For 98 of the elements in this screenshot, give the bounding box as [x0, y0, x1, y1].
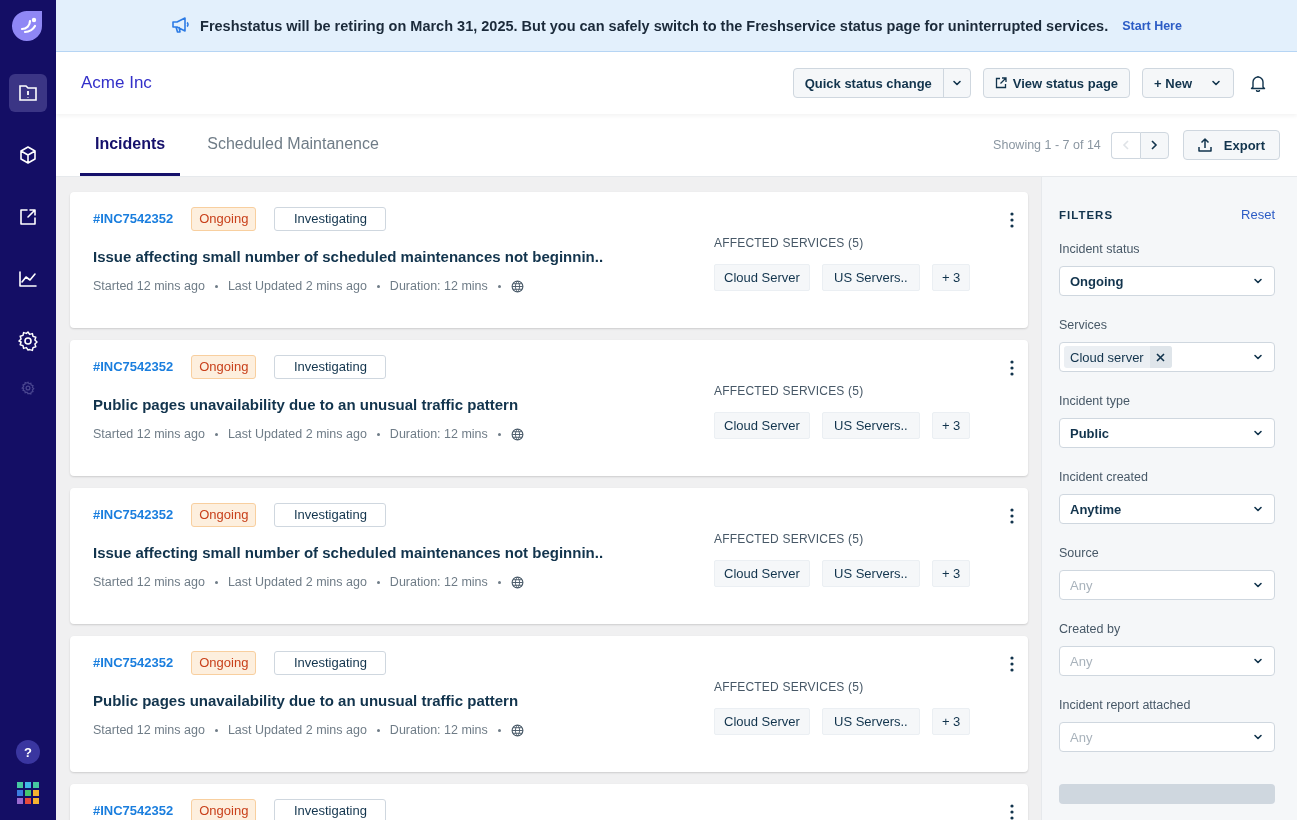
line-chart-icon: [18, 270, 38, 288]
status-badge: Ongoing: [191, 651, 257, 675]
apps-grid-icon[interactable]: [17, 782, 39, 804]
export-button[interactable]: Export: [1182, 130, 1280, 160]
stage-badge: Investigating: [274, 355, 387, 379]
affected-services-label: AFFECTED SERVICES (5): [714, 384, 865, 398]
service-tag: + 3: [931, 708, 971, 735]
more-options-icon[interactable]: [1010, 508, 1014, 524]
stage-badge: Investigating: [274, 651, 387, 675]
affected-services-label: AFFECTED SERVICES (5): [714, 532, 865, 546]
megaphone-icon: [171, 17, 191, 34]
sidebar-item[interactable]: [9, 74, 47, 112]
view-status-page-button[interactable]: View status page: [982, 68, 1131, 98]
incident-meta: Started 12 mins ago: [93, 279, 205, 293]
start-here-link[interactable]: Start Here: [1122, 18, 1182, 33]
incident-id-link[interactable]: #INC7542352: [93, 508, 174, 522]
external-link-icon: [994, 77, 1007, 89]
status-badge: Ongoing: [191, 799, 257, 820]
more-options-icon[interactable]: [1010, 656, 1014, 672]
tab[interactable]: Scheduled Maintanence: [192, 114, 394, 176]
service-tag: US Servers..: [821, 264, 920, 291]
status-badge: Ongoing: [191, 207, 257, 231]
filter-label: Incident created: [1059, 470, 1149, 484]
cube-icon: [18, 145, 38, 165]
more-options-icon[interactable]: [1010, 360, 1014, 376]
filter-label: Services: [1059, 318, 1108, 332]
stage-badge: Investigating: [274, 207, 387, 231]
reset-link[interactable]: Reset: [1241, 207, 1275, 222]
settings-icon: [21, 381, 35, 395]
bell-icon[interactable]: [1250, 74, 1266, 92]
incident-title[interactable]: Public pages unavailability due to an unusual traffic pattern: [93, 692, 714, 709]
service-tag: Cloud Server: [714, 264, 810, 291]
incident-title[interactable]: Issue affecting small number of scheduled maintenances not beginnin..: [93, 248, 714, 265]
service-tag: Cloud Server: [714, 560, 810, 587]
globe-icon: [510, 427, 524, 441]
filter-label: Incident type: [1059, 394, 1131, 408]
affected-services-label: AFFECTED SERVICES (5): [714, 680, 865, 694]
stage-badge: Investigating: [274, 503, 387, 527]
stage-badge: Investigating: [274, 799, 387, 820]
status-badge: Ongoing: [191, 355, 257, 379]
incident-meta: Duration: 12 mins: [389, 279, 488, 293]
incident-id-link[interactable]: #INC7542352: [93, 212, 174, 226]
service-tag: + 3: [931, 412, 971, 439]
incident-meta: Last Updated 2 mins ago: [227, 575, 367, 589]
service-tag: US Servers..: [821, 560, 920, 587]
incident-meta: Duration: 12 mins: [389, 427, 488, 441]
incident-id-link[interactable]: #INC7542352: [93, 804, 174, 818]
chevron-left-icon: [1121, 140, 1130, 150]
incident-title[interactable]: Issue affecting small number of scheduled maintenances not beginnin..: [93, 544, 714, 561]
affected-services-label: AFFECTED SERVICES (5): [714, 236, 865, 250]
filters-heading: FILTERS: [1059, 208, 1114, 221]
quick-status-button[interactable]: Quick status change: [793, 69, 943, 97]
more-options-icon[interactable]: [1010, 804, 1014, 820]
incident-meta: Duration: 12 mins: [389, 723, 488, 737]
globe-icon: [510, 575, 524, 589]
filter-select[interactable]: Public: [1059, 418, 1275, 448]
status-badge: Ongoing: [191, 503, 257, 527]
incident-meta: Started 12 mins ago: [93, 427, 205, 441]
filter-label: Incident report attached: [1059, 698, 1192, 712]
upload-icon: [1197, 138, 1212, 152]
incident-id-link[interactable]: #INC7542352: [93, 656, 174, 670]
incident-id-link[interactable]: #INC7542352: [93, 360, 174, 374]
incident-title[interactable]: Public pages unavailability due to an unusual traffic pattern: [93, 396, 714, 413]
service-tag: Cloud Server: [714, 708, 810, 735]
globe-icon: [510, 279, 524, 293]
edit-export-icon: [18, 207, 38, 227]
filter-label: Source: [1059, 546, 1100, 560]
more-options-icon[interactable]: [1010, 212, 1014, 228]
settings-icon: [17, 330, 39, 352]
service-tag: + 3: [931, 264, 971, 291]
services-select[interactable]: Cloud server: [1059, 342, 1275, 372]
chevron-right-icon: [1150, 140, 1159, 150]
globe-icon: [510, 723, 524, 737]
incident-meta: Last Updated 2 mins ago: [227, 427, 367, 441]
filter-label: Created by: [1059, 622, 1122, 636]
incident-meta: Started 12 mins ago: [93, 723, 205, 737]
filter-select[interactable]: Anytime: [1059, 494, 1275, 524]
service-tag: US Servers..: [821, 412, 920, 439]
alert-folder-icon: [18, 84, 38, 102]
incident-meta: Duration: 12 mins: [389, 575, 488, 589]
incident-meta: Started 12 mins ago: [93, 575, 205, 589]
service-tag: US Servers..: [821, 708, 920, 735]
account-title: Acme Inc: [81, 73, 153, 93]
filter-label: Incident status: [1059, 242, 1141, 256]
pagination-text: Showing 1 - 7 of 14: [993, 138, 1101, 152]
service-chip: Cloud server: [1064, 346, 1172, 368]
new-button[interactable]: + New: [1142, 68, 1234, 98]
help-button[interactable]: ?: [16, 740, 40, 764]
quick-status-split-button[interactable]: Quick status change: [792, 68, 971, 98]
banner-text: Freshstatus will be retiring on March 31, 2025. But you can safely switch to the Freshservice status page for uninterrupted services.: [200, 17, 1109, 34]
close-icon[interactable]: [1149, 346, 1172, 368]
incident-meta: Last Updated 2 mins ago: [227, 723, 367, 737]
next-page-button[interactable]: [1139, 131, 1169, 159]
filter-select[interactable]: Ongoing: [1059, 266, 1275, 296]
logo-icon: [12, 10, 44, 42]
incident-meta: Last Updated 2 mins ago: [227, 279, 367, 293]
service-tag: + 3: [931, 560, 971, 587]
service-tag: Cloud Server: [714, 412, 810, 439]
